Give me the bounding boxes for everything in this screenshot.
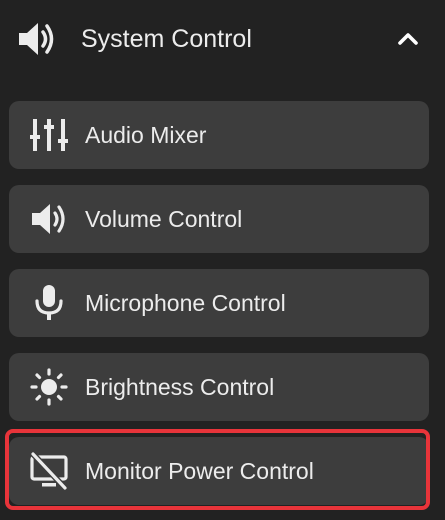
monitor-off-icon [30, 451, 68, 491]
menu-item-audio-mixer[interactable]: Audio Mixer [9, 101, 429, 169]
chevron-up-icon[interactable] [395, 26, 421, 52]
menu-item-brightness-control[interactable]: Brightness Control [9, 353, 429, 421]
menu-item-microphone-control[interactable]: Microphone Control [9, 269, 429, 337]
menu-list: Audio Mixer Volume Control Microphone Co… [9, 101, 429, 520]
sliders-icon [30, 119, 68, 151]
system-control-panel: System Control Audio Mixer Volume Contro… [0, 0, 445, 520]
menu-item-label: Brightness Control [85, 374, 275, 400]
brightness-icon [30, 368, 68, 406]
menu-item-label: Audio Mixer [85, 122, 207, 148]
header-title: System Control [81, 25, 252, 53]
menu-item-label: Monitor Power Control [85, 458, 314, 484]
menu-item-monitor-power-control[interactable]: Monitor Power Control [9, 437, 429, 505]
menu-item-label: Volume Control [85, 206, 243, 232]
system-control-header[interactable]: System Control [0, 0, 445, 80]
microphone-icon [35, 285, 63, 320]
volume-icon [19, 23, 54, 55]
volume-icon [32, 204, 65, 234]
menu-item-label: Microphone Control [85, 290, 286, 316]
menu-item-volume-control[interactable]: Volume Control [9, 185, 429, 253]
